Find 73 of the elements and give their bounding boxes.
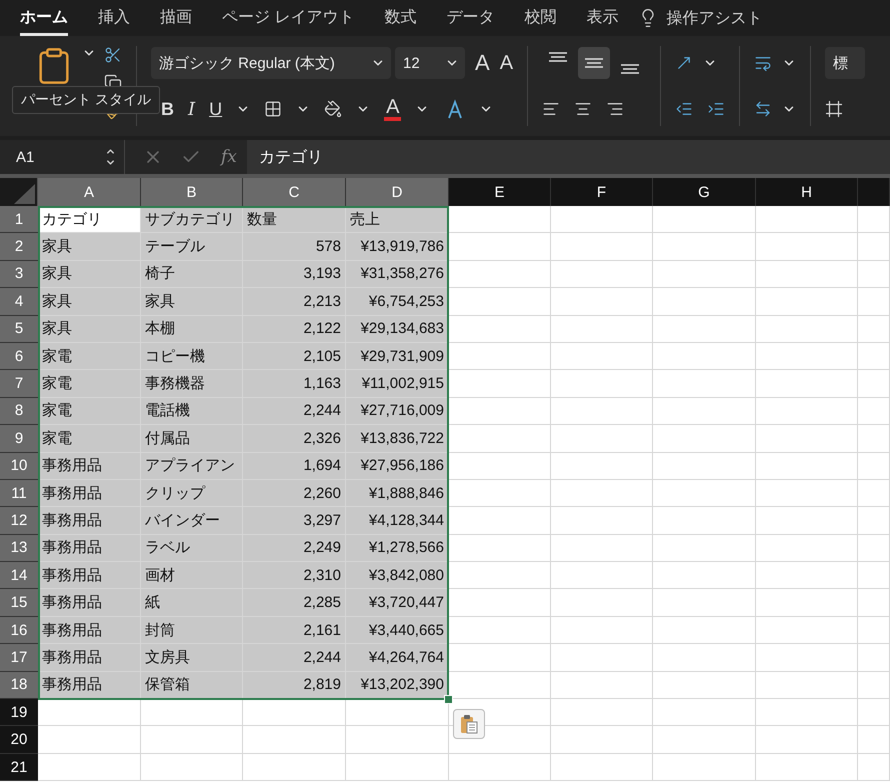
table-cell: ¥11,002,915 — [346, 370, 449, 398]
table-cell: 家具 — [38, 316, 141, 343]
table-cell: 事務用品 — [38, 672, 141, 700]
table-cell: ¥13,836,722 — [346, 425, 449, 453]
table-cell: 578 — [243, 233, 346, 261]
table-cell: 2,260 — [243, 480, 346, 508]
table-cell: 売上 — [346, 206, 449, 234]
table-cell: 付属品 — [141, 425, 243, 453]
table-cell: ¥4,128,344 — [346, 507, 449, 535]
table-cell: 事務用品 — [38, 480, 141, 508]
table-cell: 保管箱 — [141, 672, 243, 700]
table-cell: 数量 — [243, 206, 346, 234]
table-cell: 紙 — [141, 589, 243, 617]
table-cell: 3,297 — [243, 507, 346, 535]
table-cell: 2,244 — [243, 398, 346, 426]
table-cell: アプライアン — [141, 452, 243, 480]
table-cell: ¥27,716,009 — [346, 398, 449, 426]
table-cell: 封筒 — [141, 616, 243, 644]
table-cell: 椅子 — [141, 260, 243, 288]
table-cell: ¥4,264,764 — [346, 644, 449, 672]
table-cell: ¥3,440,665 — [346, 616, 449, 644]
table-cell: 事務用品 — [38, 562, 141, 590]
table-cell: コピー機 — [141, 342, 243, 370]
table-cell: 家具 — [38, 233, 141, 261]
table-cell: ¥13,919,786 — [346, 233, 449, 261]
table-cell: ¥6,754,253 — [346, 288, 449, 316]
table-cell: ¥1,278,566 — [346, 534, 449, 562]
table-cell: ¥1,888,846 — [346, 480, 449, 508]
table-cell: ¥31,358,276 — [346, 260, 449, 288]
table-cell: 家電 — [38, 425, 141, 453]
table-cell: 2,213 — [243, 288, 346, 316]
table-cell: ¥27,956,186 — [346, 452, 449, 480]
table-cell: 事務用品 — [38, 616, 141, 644]
table-cell: ¥29,134,683 — [346, 316, 449, 343]
table-cell: 2,285 — [243, 589, 346, 617]
table-cell: 家具 — [38, 260, 141, 288]
table-cell: 2,105 — [243, 342, 346, 370]
table-cell: 家具 — [141, 288, 243, 316]
table-cell: 電話機 — [141, 398, 243, 426]
table-cell: サブカテゴリ — [141, 206, 243, 234]
table-cell: 事務用品 — [38, 534, 141, 562]
table-cell: 事務用品 — [38, 452, 141, 480]
table-cell: 家電 — [38, 398, 141, 426]
table-cell: ¥3,842,080 — [346, 562, 449, 590]
table-cell: 2,161 — [243, 616, 346, 644]
table-cell: 家具 — [38, 288, 141, 316]
table-cell: 家電 — [38, 370, 141, 398]
table-cell: 2,244 — [243, 644, 346, 672]
table-cell: 2,122 — [243, 316, 346, 343]
table-cell: ¥29,731,909 — [346, 342, 449, 370]
table-cell: 事務用品 — [38, 589, 141, 617]
table-cell: カテゴリ — [38, 206, 141, 234]
table-cell: バインダー — [141, 507, 243, 535]
table-cell: 画材 — [141, 562, 243, 590]
table-cell: 1,694 — [243, 452, 346, 480]
table-cell: 1,163 — [243, 370, 346, 398]
table-cell: 2,249 — [243, 534, 346, 562]
table-cell: 2,819 — [243, 672, 346, 700]
table-cell: 家電 — [38, 342, 141, 370]
table-cell: ¥13,202,390 — [346, 672, 449, 700]
table-cell: 事務用品 — [38, 644, 141, 672]
table-cell: テーブル — [141, 233, 243, 261]
table-cell: 事務用品 — [38, 507, 141, 535]
table-cell: ¥3,720,447 — [346, 589, 449, 617]
table-cell: 本棚 — [141, 316, 243, 343]
table-cell: クリップ — [141, 480, 243, 508]
table-cell: 2,310 — [243, 562, 346, 590]
table-cell: ラベル — [141, 534, 243, 562]
table-cell: 2,326 — [243, 425, 346, 453]
table-cell: 文房具 — [141, 644, 243, 672]
tooltip: パーセント スタイル — [12, 86, 160, 114]
table-cell: 3,193 — [243, 260, 346, 288]
table-cell: 事務機器 — [141, 370, 243, 398]
